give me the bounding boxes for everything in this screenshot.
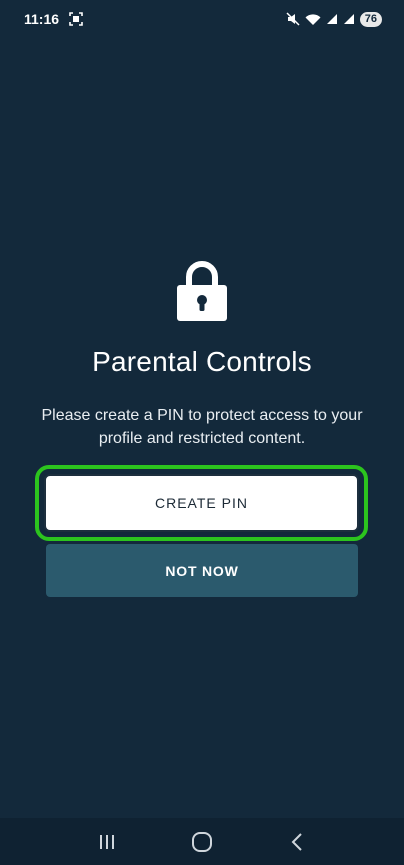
back-icon[interactable] — [277, 822, 317, 862]
home-icon[interactable] — [182, 822, 222, 862]
wifi-icon — [305, 13, 321, 26]
description-text: Please create a PIN to protect access to… — [41, 407, 363, 447]
create-pin-label: CREATE PIN — [155, 495, 248, 511]
create-pin-button[interactable]: CREATE PIN — [44, 474, 359, 532]
battery-icon: 76 — [359, 11, 382, 27]
lock-icon — [176, 260, 228, 322]
screenshot-icon — [69, 12, 83, 26]
navigation-bar — [0, 818, 404, 865]
signal-icon — [343, 13, 355, 25]
signal-icon — [326, 13, 338, 25]
not-now-button[interactable]: NOT NOW — [46, 544, 358, 597]
mute-icon — [286, 12, 300, 26]
recents-icon[interactable] — [87, 822, 127, 862]
status-right: 76 — [286, 11, 382, 27]
status-left: 11:16 — [24, 11, 83, 27]
status-time: 11:16 — [24, 11, 60, 27]
status-bar: 11:16 76 — [0, 0, 404, 38]
page-title: Parental Controls — [92, 346, 312, 377]
not-now-label: NOT NOW — [165, 562, 239, 579]
